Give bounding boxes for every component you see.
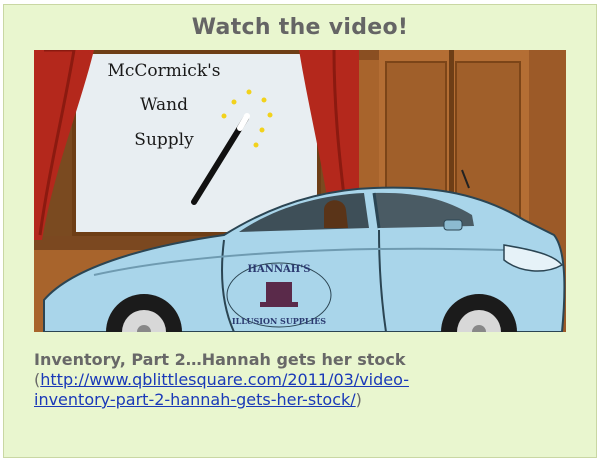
video-title: Inventory, Part 2…Hannah gets her stock — [34, 350, 406, 369]
sign-line-3: Supply — [134, 130, 194, 150]
panel-title: Watch the video! — [191, 15, 409, 40]
paren-close: ) — [355, 390, 362, 409]
video-thumbnail[interactable]: McCormick's Wand Supply HANNAH'S ILLUSIO… — [34, 50, 566, 332]
decal-bottom-text: ILLUSION SUPPLIES — [232, 316, 326, 326]
video-caption: Inventory, Part 2…Hannah gets her stock … — [34, 350, 574, 410]
video-link-line1[interactable]: http://www.qblittlesquare.com/2011/03/vi… — [40, 370, 409, 389]
video-link-line2[interactable]: inventory-part-2-hannah-gets-her-stock/ — [34, 390, 356, 409]
sign-line-2: Wand — [140, 95, 188, 115]
sign-line-1: McCormick's — [107, 61, 220, 81]
video-panel: Watch the video! McCormick's Wand Supply… — [3, 4, 597, 458]
decal-top-text: HANNAH'S — [248, 264, 311, 275]
video-scene: McCormick's Wand Supply HANNAH'S ILLUSIO… — [34, 50, 566, 332]
